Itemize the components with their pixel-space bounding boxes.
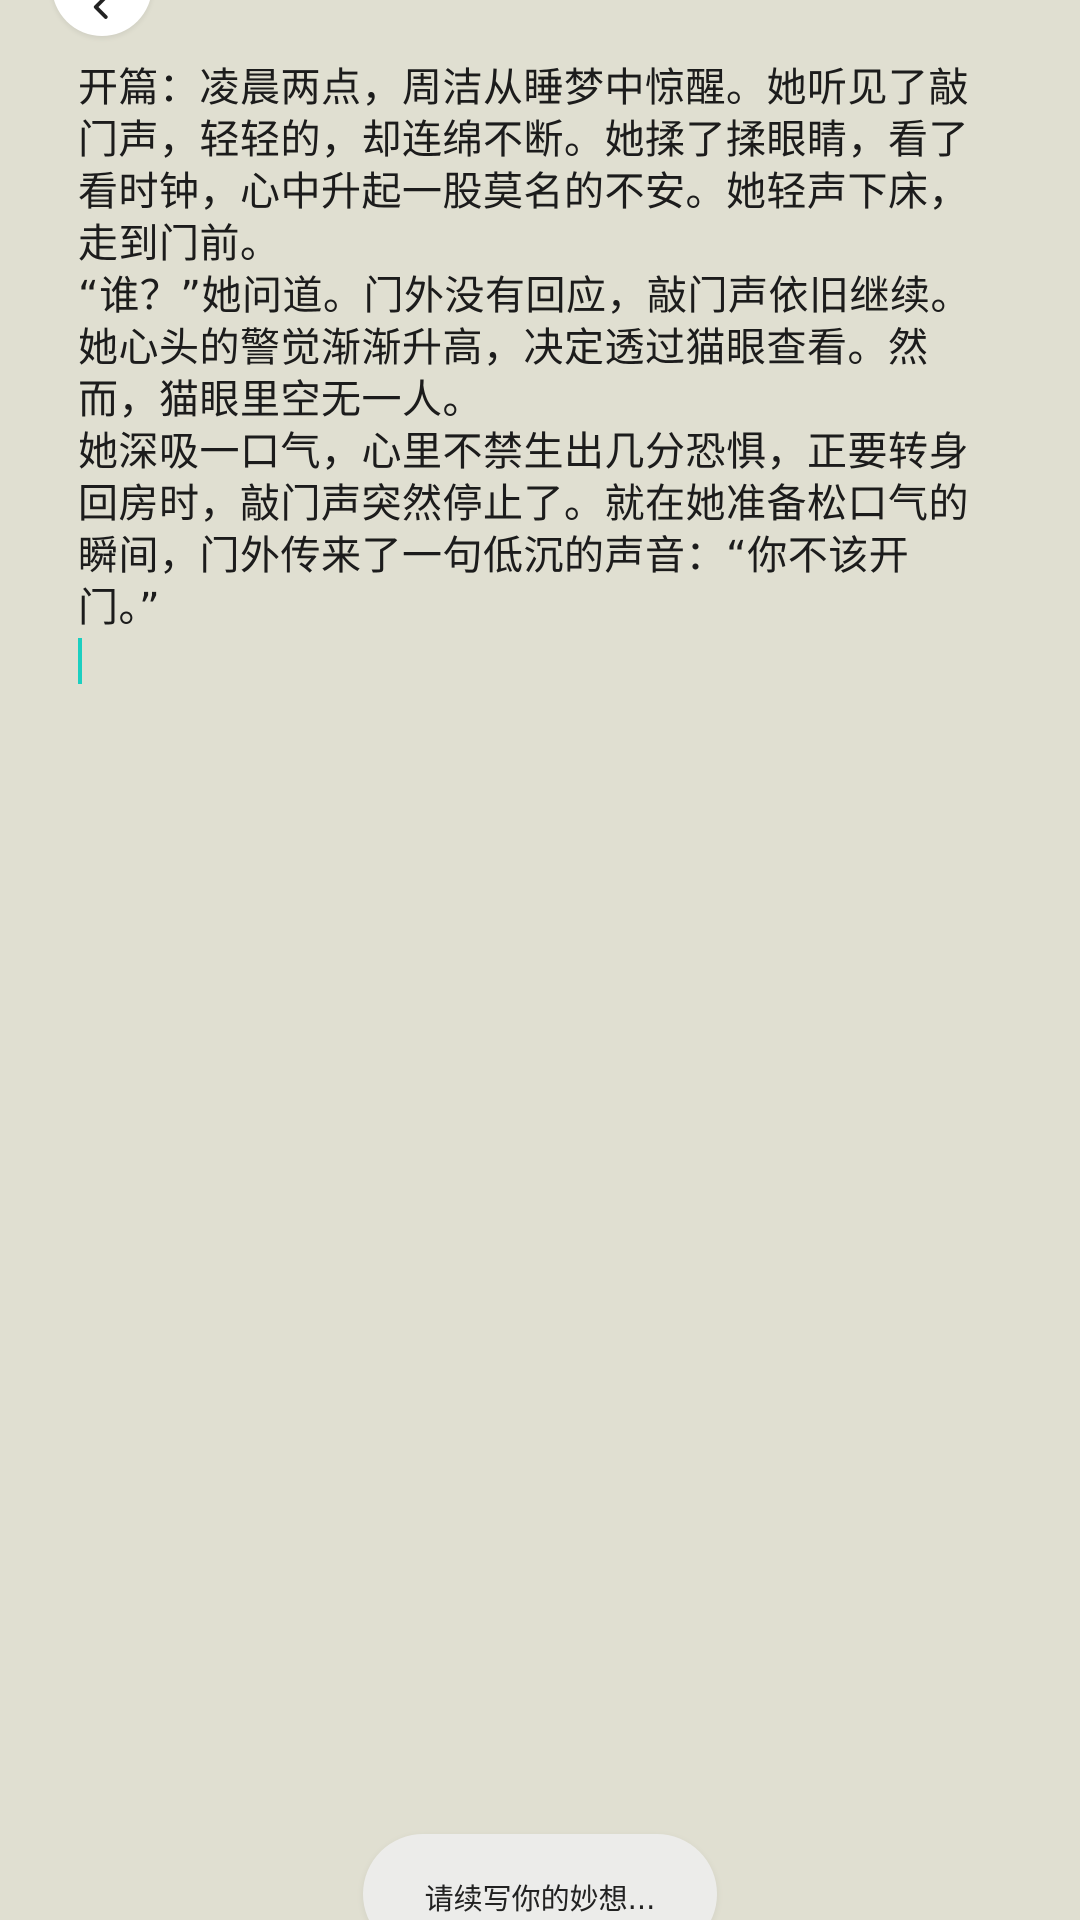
story-paragraph-3: 她深吸一口气，心里不禁生出几分恐惧，正要转身回房时，敲门声突然停止了。就在她准备… — [78, 429, 969, 631]
story-paragraph-1: 开篇：凌晨两点，周洁从睡梦中惊醒。她听见了敲门声，轻轻的，却连绵不断。她揉了揉眼… — [78, 65, 969, 267]
chevron-left-icon — [93, 0, 108, 19]
continue-writing-button[interactable]: 请续写你的妙想... — [363, 1834, 717, 1920]
story-paragraph-2: “谁？”她问道。门外没有回应，敲门声依旧继续。她心头的警觉渐渐升高，决定透过猫眼… — [78, 273, 971, 423]
continue-writing-label: 请续写你的妙想... — [424, 1882, 656, 1916]
text-caret — [78, 638, 82, 684]
story-editor[interactable]: 开篇：凌晨两点，周洁从睡梦中惊醒。她听见了敲门声，轻轻的，却连绵不断。她揉了揉眼… — [78, 62, 978, 1762]
back-button[interactable] — [52, 0, 152, 36]
